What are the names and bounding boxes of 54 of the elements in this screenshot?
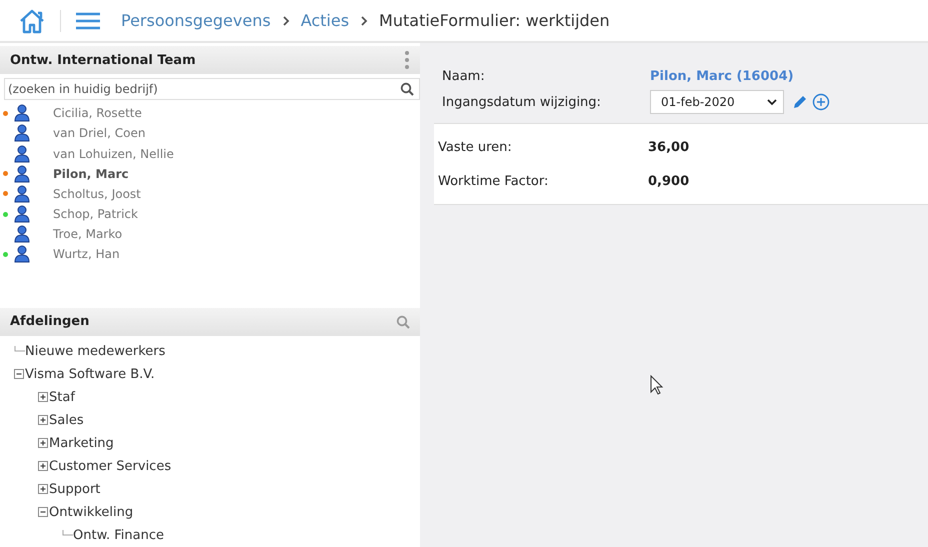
person-icon xyxy=(13,225,31,244)
collapse-icon[interactable] xyxy=(14,369,24,380)
person-icon xyxy=(13,144,31,163)
panel-title: Ontw. International Team xyxy=(10,52,196,68)
expand-icon[interactable] xyxy=(38,484,48,494)
employee-name[interactable]: Cicilia, Rosette xyxy=(53,106,142,120)
field-label: Worktime Factor: xyxy=(438,174,550,188)
field-label: Ingangsdatum wijziging: xyxy=(442,94,602,110)
panel-title: Afdelingen xyxy=(10,314,90,330)
breadcrumb-link[interactable]: Acties xyxy=(300,11,350,30)
expand-icon[interactable] xyxy=(38,415,48,426)
mouse-cursor-icon xyxy=(650,375,664,395)
expand-icon[interactable] xyxy=(38,438,48,448)
expand-icon[interactable] xyxy=(38,461,48,472)
person-icon xyxy=(13,205,31,224)
search-icon[interactable] xyxy=(400,82,414,96)
employee-name[interactable]: Scholtus, Joost xyxy=(53,186,141,201)
field-value: 0,900 xyxy=(648,174,690,188)
tree-item[interactable]: Ontw. Finance xyxy=(73,528,164,543)
person-icon xyxy=(13,124,31,142)
chevron-icon xyxy=(280,14,291,26)
pencil-icon[interactable] xyxy=(792,94,808,110)
employee-name: Pilon, Marc (16004) xyxy=(650,68,794,84)
person-icon xyxy=(13,104,31,122)
person-icon xyxy=(13,245,31,264)
employee-name[interactable]: van Driel, Coen xyxy=(53,126,146,140)
caret-icon xyxy=(767,98,777,106)
tree-item[interactable]: Customer Services xyxy=(49,458,172,474)
tree-item[interactable]: Nieuwe medewerkers xyxy=(25,344,166,359)
tree-item[interactable]: Ontwikkeling xyxy=(49,504,134,520)
breadcrumb-link[interactable]: Persoonsgegevens xyxy=(121,11,271,30)
employee-name[interactable]: van Lohuizen, Nellie xyxy=(53,146,174,161)
employee-name[interactable]: Schop, Patrick xyxy=(53,207,138,222)
employee-name[interactable]: Wurtz, Han xyxy=(53,247,120,262)
field-value: 36,00 xyxy=(648,140,690,154)
field-label: Naam: xyxy=(442,68,486,84)
employee-name[interactable]: Troe, Marko xyxy=(53,227,122,242)
add-icon[interactable] xyxy=(812,93,830,111)
collapse-icon[interactable] xyxy=(38,507,48,518)
page-title: MutatieFormulier: werktijden xyxy=(379,11,610,30)
person-icon xyxy=(13,164,31,183)
chevron-icon xyxy=(359,14,370,26)
tree-item[interactable]: Staf xyxy=(49,390,75,405)
tree-item[interactable]: Sales xyxy=(49,412,84,428)
search-field[interactable]: (zoeken in huidig bedrijf) xyxy=(4,78,420,100)
employee-name[interactable]: Pilon, Marc xyxy=(53,166,129,181)
tree-item[interactable]: Visma Software B.V. xyxy=(25,366,155,382)
menu-icon[interactable] xyxy=(75,10,101,30)
tree-item[interactable]: Support xyxy=(49,482,100,497)
expand-icon[interactable] xyxy=(38,392,48,402)
person-icon xyxy=(13,184,31,203)
field-label: Vaste uren: xyxy=(438,140,513,154)
date-dropdown[interactable]: 01-feb-2020 xyxy=(650,90,784,114)
tree-item[interactable]: Marketing xyxy=(49,436,114,451)
